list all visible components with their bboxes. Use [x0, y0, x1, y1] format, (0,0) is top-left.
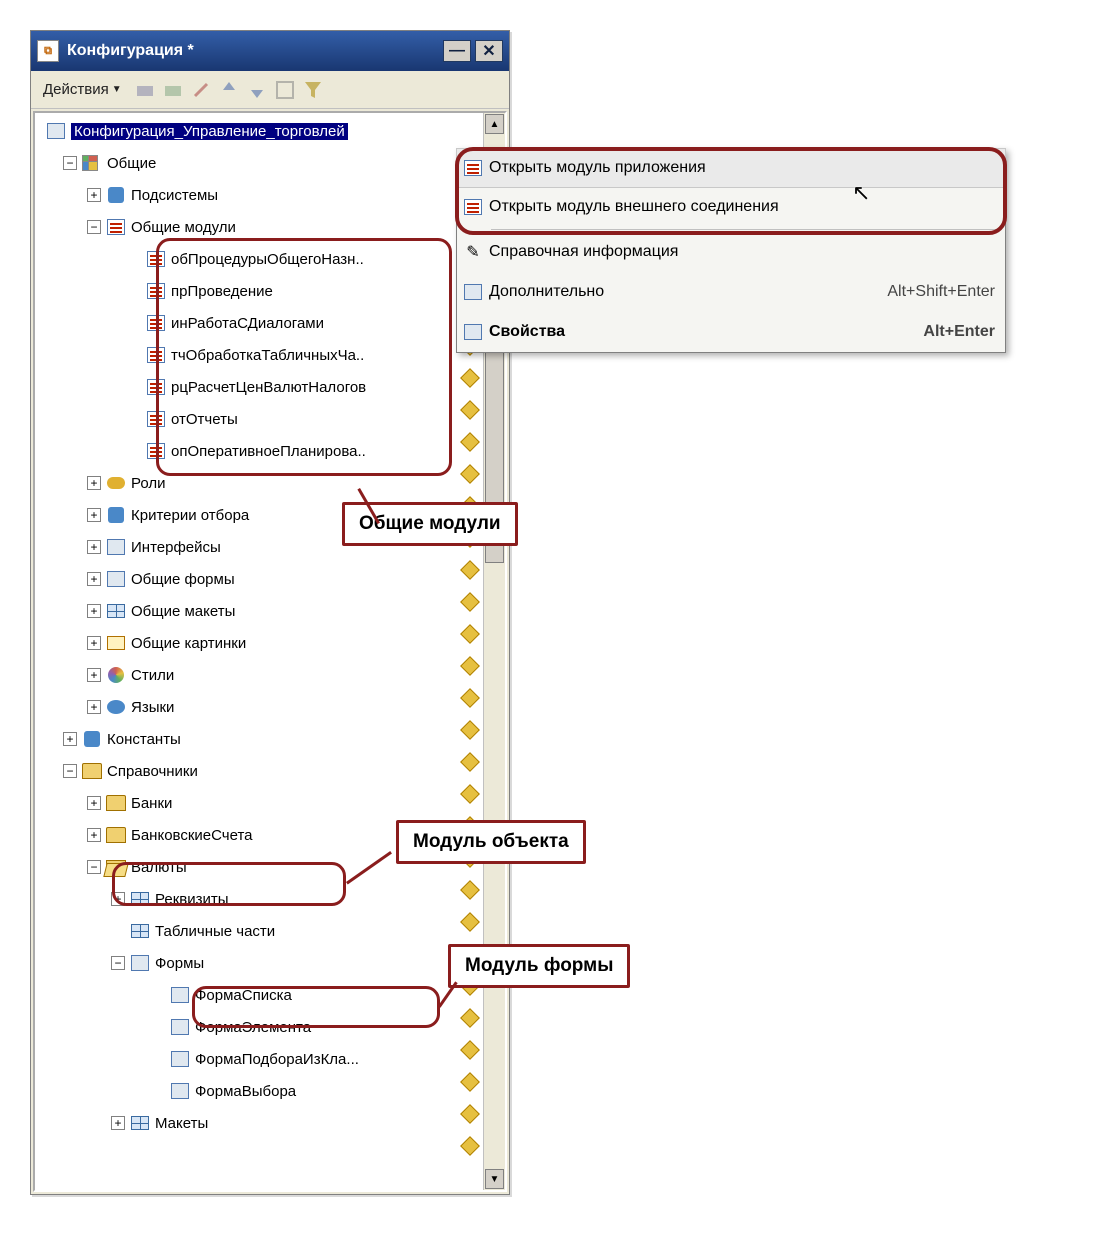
expand-icon[interactable]: + [87, 188, 101, 202]
tree-form-list[interactable]: ФормаСписка [39, 979, 481, 1011]
toolbar-down-icon[interactable] [246, 79, 268, 101]
tree-root-label: Конфигурация_Управление_торговлей [71, 123, 348, 140]
shortcut-label: Alt+Shift+Enter [887, 283, 995, 301]
tree-forms[interactable]: −Формы [39, 947, 481, 979]
toolbar-icon-3[interactable] [190, 79, 212, 101]
collapse-icon[interactable]: − [63, 764, 77, 778]
config-icon [45, 121, 67, 141]
ctx-open-app-module[interactable]: Открыть модуль приложения [456, 148, 1006, 188]
tree-module-item[interactable]: рцРасчетЦенВалютНалогов [39, 371, 481, 403]
collapse-icon[interactable]: − [87, 860, 101, 874]
actions-menu-button[interactable]: Действия ▼ [37, 78, 128, 101]
tree-banks[interactable]: +Банки [39, 787, 481, 819]
callout-object-module: Модуль объекта [396, 820, 586, 864]
toolbar-filter-icon[interactable] [302, 79, 324, 101]
toolbar: Действия ▼ [31, 71, 509, 109]
help-icon: ✎ [457, 242, 489, 262]
tree-templates[interactable]: +Макеты [39, 1107, 481, 1139]
tree-panel: Конфигурация_Управление_торговлей − Общи… [33, 111, 507, 1192]
tree-common-templates[interactable]: +Общие макеты [39, 595, 481, 627]
tree-styles[interactable]: +Стили [39, 659, 481, 691]
toolbar-icon-1[interactable] [134, 79, 156, 101]
titlebar: ⧉ Конфигурация * — ✕ [31, 31, 509, 71]
ctx-open-ext-connection[interactable]: Открыть модуль внешнего соединения [457, 187, 1005, 227]
tree-form-select-cls[interactable]: ФормаПодбораИзКла... [39, 1043, 481, 1075]
configuration-window: ⧉ Конфигурация * — ✕ Действия ▼ Конфи [30, 30, 510, 1195]
close-button[interactable]: ✕ [475, 40, 503, 62]
tree-module-item[interactable]: прПроведение [39, 275, 481, 307]
tree-languages[interactable]: +Языки [39, 691, 481, 723]
tree-tabular[interactable]: Табличные части [39, 915, 481, 947]
tree-common[interactable]: − Общие [39, 147, 481, 179]
tree-module-item[interactable]: отОтчеты [39, 403, 481, 435]
tree-common-pictures[interactable]: +Общие картинки [39, 627, 481, 659]
tree-module-item[interactable]: обПроцедурыОбщегоНазн.. [39, 243, 481, 275]
tree-subsystems[interactable]: + Подсистемы [39, 179, 481, 211]
module-icon [457, 199, 489, 215]
tree-module-item[interactable]: инРаботаСДиалогами [39, 307, 481, 339]
tree-common-forms[interactable]: +Общие формы [39, 563, 481, 595]
toolbar-icon-2[interactable] [162, 79, 184, 101]
tree-form-element[interactable]: ФормаЭлемента [39, 1011, 481, 1043]
bookmark-column [463, 243, 477, 1153]
tree-form-choice[interactable]: ФормаВыбора [39, 1075, 481, 1107]
tree-common-modules[interactable]: − Общие модули [39, 211, 481, 243]
tree-module-item[interactable]: тчОбработкаТабличныхЧа.. [39, 339, 481, 371]
chevron-down-icon: ▼ [112, 84, 122, 95]
tree-module-item[interactable]: опОперативноеПланирова.. [39, 435, 481, 467]
toolbar-icon-6[interactable] [274, 79, 296, 101]
tree-attributes[interactable]: +Реквизиты [39, 883, 481, 915]
ctx-properties[interactable]: Свойства Alt+Enter [457, 312, 1005, 352]
scroll-down-button[interactable]: ▼ [485, 1169, 504, 1189]
tree-root[interactable]: Конфигурация_Управление_торговлей [39, 115, 481, 147]
collapse-icon[interactable]: − [111, 956, 125, 970]
minimize-button[interactable]: — [443, 40, 471, 62]
app-icon: ⧉ [37, 40, 59, 62]
tree-constants[interactable]: +Константы [39, 723, 481, 755]
tree-roles[interactable]: +Роли [39, 467, 481, 499]
context-menu: Открыть модуль приложения Открыть модуль… [456, 148, 1006, 353]
additional-icon [457, 284, 489, 300]
menu-separator [491, 229, 1001, 230]
config-tree[interactable]: Конфигурация_Управление_торговлей − Общи… [39, 115, 481, 1188]
callout-form-module: Модуль формы [448, 944, 630, 988]
toolbar-up-icon[interactable] [218, 79, 240, 101]
shortcut-label: Alt+Enter [923, 323, 995, 341]
collapse-icon[interactable]: − [87, 220, 101, 234]
ctx-help[interactable]: ✎ Справочная информация [457, 232, 1005, 272]
window-title: Конфигурация * [67, 42, 194, 60]
properties-icon [457, 324, 489, 340]
ctx-additional[interactable]: Дополнительно Alt+Shift+Enter [457, 272, 1005, 312]
actions-label: Действия [43, 81, 109, 98]
scroll-up-button[interactable]: ▲ [485, 114, 504, 134]
collapse-icon[interactable]: − [63, 156, 77, 170]
tree-catalogs[interactable]: −Справочники [39, 755, 481, 787]
module-icon [457, 160, 489, 176]
